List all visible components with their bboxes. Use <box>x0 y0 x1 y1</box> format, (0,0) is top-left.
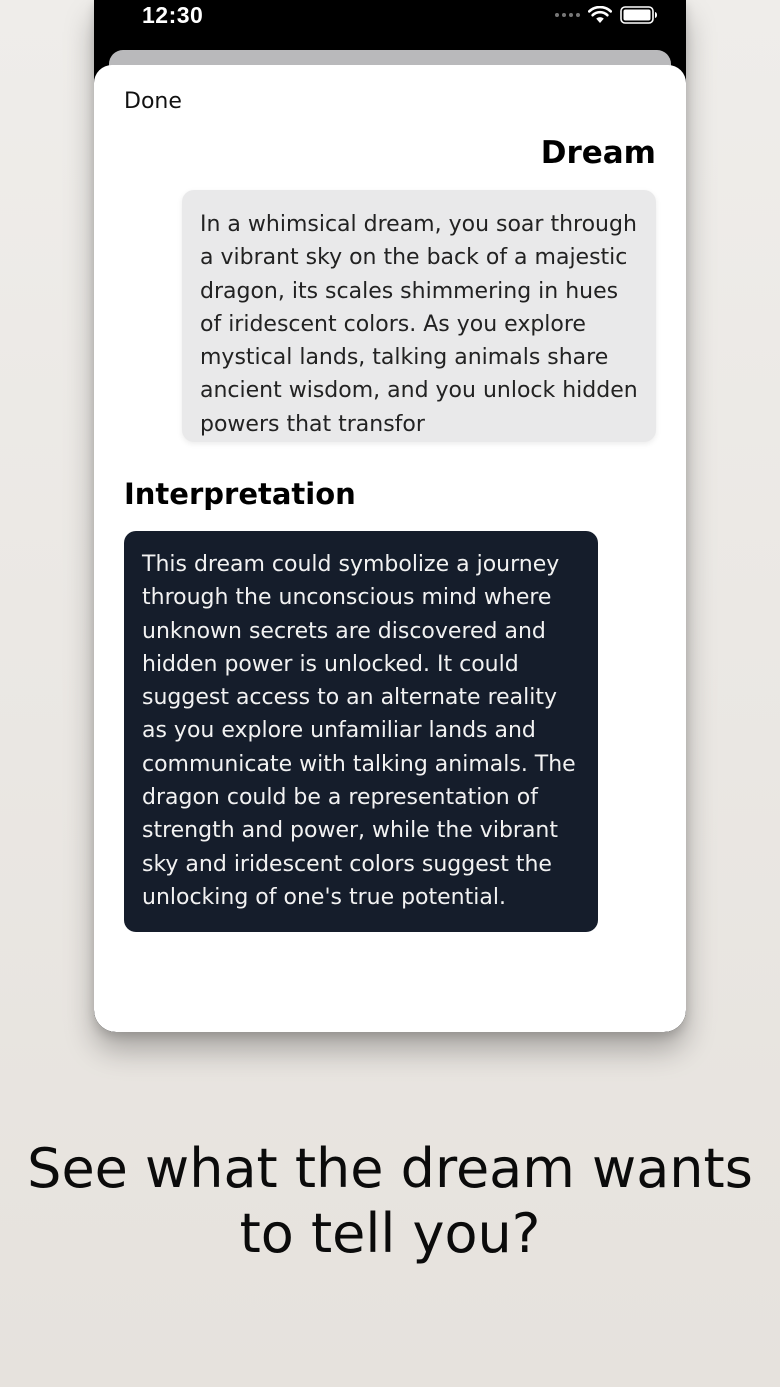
cellular-signal-icon <box>555 13 580 17</box>
status-time: 12:30 <box>142 2 204 28</box>
wifi-icon <box>588 6 612 24</box>
interpretation-bubble: This dream could symbolize a journey thr… <box>124 531 598 932</box>
battery-icon <box>620 6 658 24</box>
dream-text: In a whimsical dream, you soar through a… <box>200 212 638 437</box>
status-bar: 12:30 <box>94 0 686 40</box>
phone-frame: 12:30 Done Dream In a whimsical dream, y… <box>94 0 686 1032</box>
done-button[interactable]: Done <box>124 89 182 114</box>
promo-tagline: See what the dream wants to tell you? <box>27 1137 753 1265</box>
dream-text-bubble: In a whimsical dream, you soar through a… <box>182 190 656 442</box>
dream-detail-sheet: Done Dream In a whimsical dream, you soa… <box>94 65 686 1032</box>
interpretation-heading: Interpretation <box>124 477 356 511</box>
status-icons <box>555 6 658 24</box>
dream-heading: Dream <box>540 135 656 171</box>
interpretation-text: This dream could symbolize a journey thr… <box>142 552 576 910</box>
